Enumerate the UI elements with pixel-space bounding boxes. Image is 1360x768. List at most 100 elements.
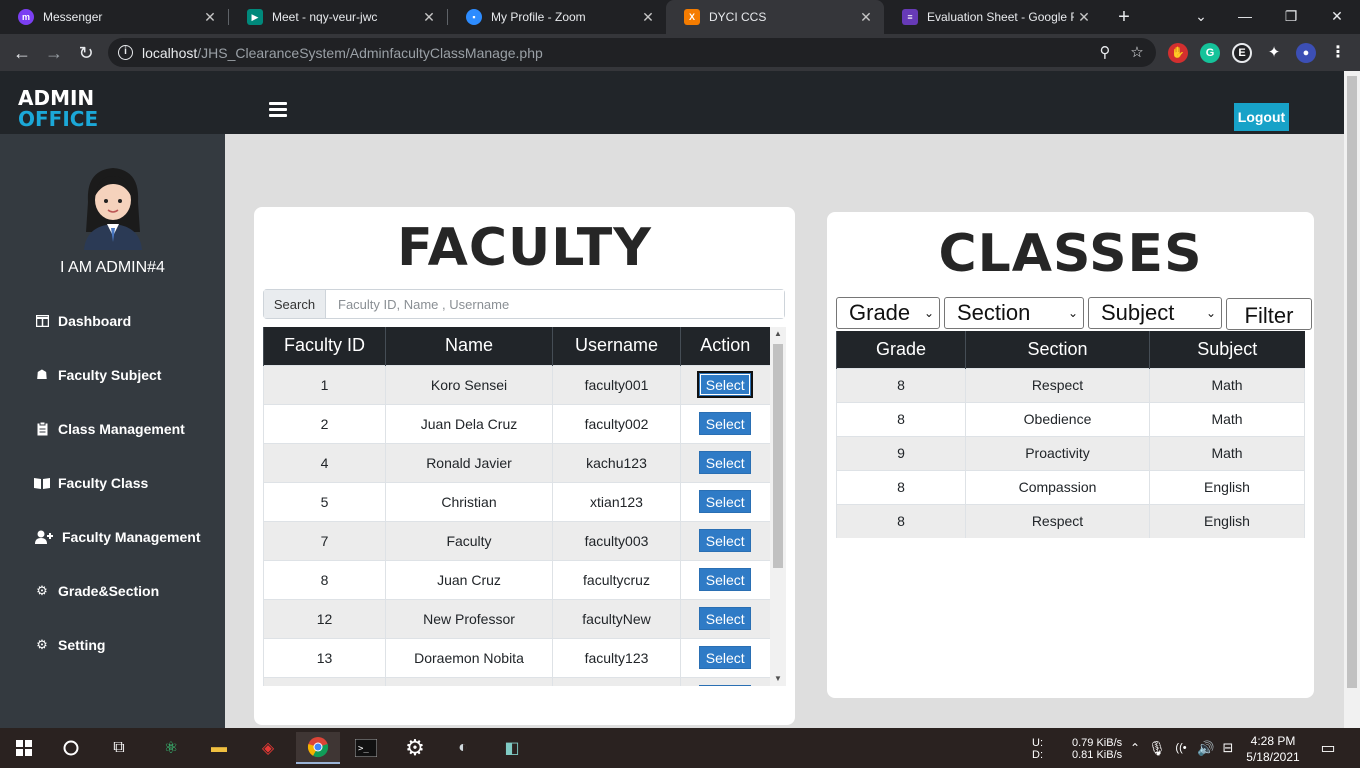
faculty-name-cell: Christian (385, 481, 553, 521)
scroll-up-icon[interactable]: ▲ (770, 327, 786, 341)
chevron-down-icon: ⌄ (923, 306, 934, 320)
extension-hand-icon[interactable]: ✋ (1168, 43, 1188, 63)
svg-text:>_: >_ (358, 744, 369, 754)
info-icon[interactable]: i (118, 45, 133, 60)
bookmark-star-icon[interactable]: ☆ (1127, 43, 1147, 63)
chrome-menu-icon[interactable]: ⋮ (1328, 43, 1348, 63)
sidebar-item-setting[interactable]: ⚙ Setting (34, 634, 105, 656)
grade-select[interactable]: Grade ⌄ (836, 297, 940, 329)
messenger-icon: m (18, 9, 34, 25)
chevron-up-icon[interactable]: ⌃ (1126, 732, 1144, 764)
grammarly-icon[interactable]: G (1200, 43, 1220, 63)
sidebar-item-faculty-subject[interactable]: ☗ Faculty Subject (34, 364, 161, 386)
scroll-down-icon[interactable]: ▼ (770, 672, 786, 686)
column-header[interactable]: Action (680, 327, 770, 365)
windows-taskbar: ⧉ ⚛ ▬ ◈ >_ ⚙ ◐ ◧ U: D: 0.79 KiB/s 0.81 K… (0, 728, 1360, 768)
tab-zoom[interactable]: ▪ My Profile - Zoom ✕ (448, 0, 666, 34)
sidebar-item-class-management[interactable]: Class Management (34, 418, 185, 440)
column-header[interactable]: Faculty ID (263, 327, 386, 365)
select-button[interactable]: Select (699, 412, 752, 435)
garena-icon[interactable]: ◈ (252, 732, 284, 764)
tab-dyci-ccs[interactable]: X DYCI CCS ✕ (666, 0, 884, 34)
table-row[interactable]: 8 Compassion English (836, 469, 1305, 504)
faculty-id-cell: 4 (263, 442, 386, 482)
scrollbar-thumb[interactable] (1347, 76, 1357, 688)
zoom-magnifier-icon[interactable]: ⚲ (1095, 43, 1115, 63)
app-icon[interactable]: ◐ (447, 732, 479, 764)
tab-evaluation-sheet[interactable]: ≡ Evaluation Sheet - Google Fo ✕ (884, 0, 1102, 34)
close-icon[interactable]: ✕ (1074, 9, 1094, 26)
select-button[interactable]: Select (699, 451, 752, 474)
brand-logo[interactable]: ADMIN OFFICE (18, 88, 98, 130)
window-close-icon[interactable]: ✕ (1314, 0, 1360, 34)
sidebar-item-dashboard[interactable]: Dashboard (34, 310, 131, 332)
windows-start-icon[interactable] (8, 732, 40, 764)
search-icon[interactable] (55, 732, 87, 764)
select-button[interactable]: Select (699, 568, 752, 591)
select-button[interactable]: Select (699, 646, 752, 669)
language-icon[interactable]: ⊟ (1218, 732, 1238, 764)
select-button[interactable]: Select (699, 529, 752, 552)
tab-meet[interactable]: ▶ Meet - nqy-veur-jwc ✕ (229, 0, 447, 34)
faculty-name-cell: New Professor (385, 598, 553, 638)
close-icon[interactable]: ✕ (200, 9, 220, 26)
admin-avatar (84, 168, 142, 250)
minimize-icon[interactable]: — (1222, 0, 1268, 34)
forward-icon[interactable]: → (41, 40, 67, 66)
logout-button[interactable]: Logout (1234, 103, 1289, 131)
new-tab-button[interactable]: + (1112, 5, 1136, 29)
profile-avatar[interactable]: ● (1296, 43, 1316, 63)
subject-select[interactable]: Subject ⌄ (1088, 297, 1222, 329)
address-bar[interactable]: i localhost/JHS_ClearanceSystem/Adminfac… (108, 38, 1156, 67)
column-header[interactable]: Username (552, 327, 681, 365)
extensions-puzzle-icon[interactable]: ✦ (1264, 43, 1284, 63)
microphone-icon[interactable]: 🎙 (1148, 732, 1166, 764)
sidebar-item-faculty-management[interactable]: Faculty Management (34, 526, 200, 548)
wifi-icon[interactable]: ((• (1170, 732, 1192, 764)
table-row[interactable]: 8 Obedience Math (836, 401, 1305, 436)
notification-icon[interactable]: ▭ (1312, 732, 1344, 764)
reload-icon[interactable]: ↻ (73, 40, 99, 66)
menu-toggle-icon[interactable] (269, 102, 287, 118)
url-text[interactable]: localhost/JHS_ClearanceSystem/Adminfacul… (142, 45, 543, 61)
task-view-icon[interactable]: ⧉ (103, 732, 135, 764)
column-header[interactable]: Grade (836, 331, 966, 368)
extension-e-icon[interactable]: E (1232, 43, 1252, 63)
page-scrollbar[interactable] (1344, 71, 1360, 728)
tab-messenger[interactable]: m Messenger ✕ (0, 0, 228, 34)
back-icon[interactable]: ← (9, 40, 35, 66)
section-select[interactable]: Section ⌄ (944, 297, 1084, 329)
taskbar-clock[interactable]: 4:28 PM 5/18/2021 (1238, 733, 1308, 765)
select-button[interactable]: Select (699, 684, 752, 686)
close-icon[interactable]: ✕ (856, 9, 876, 26)
column-header[interactable]: Section (965, 331, 1150, 368)
table-row[interactable]: 9 Proactivity Math (836, 435, 1305, 470)
faculty-table-scrollbar[interactable]: ▲ ▼ (770, 327, 786, 686)
faculty-search-input[interactable] (326, 290, 784, 318)
table-row[interactable]: 8 Respect Math (836, 367, 1305, 402)
terminal-icon[interactable]: >_ (350, 732, 382, 764)
filter-button[interactable]: Filter (1226, 298, 1312, 330)
restore-icon[interactable]: ❐ (1268, 0, 1314, 34)
chrome-taskbar-icon[interactable] (296, 732, 340, 764)
file-explorer-icon[interactable]: ▬ (203, 732, 235, 764)
settings-icon[interactable]: ⚙ (399, 732, 431, 764)
table-row[interactable]: 8 Respect English (836, 503, 1305, 538)
select-button[interactable]: Select (699, 490, 752, 513)
close-icon[interactable]: ✕ (419, 9, 439, 26)
close-icon[interactable]: ✕ (638, 9, 658, 26)
select-button[interactable]: Select (697, 371, 754, 398)
faculty-username-cell: facultyNew (552, 598, 681, 638)
atom-icon[interactable]: ⚛ (155, 732, 187, 764)
volume-icon[interactable]: 🔊 (1196, 732, 1216, 764)
scrollbar-thumb[interactable] (773, 344, 783, 568)
sidebar-item-faculty-class[interactable]: Faculty Class (34, 472, 148, 494)
column-header[interactable]: Name (385, 327, 553, 365)
select-button[interactable]: Select (699, 607, 752, 630)
faculty-table-container[interactable]: Faculty ID Name Username Action 1 Koro Se… (263, 327, 785, 686)
tab-search-icon[interactable]: ⌄ (1178, 0, 1224, 34)
app-icon[interactable]: ◧ (496, 732, 528, 764)
sidebar-item-grade-section[interactable]: ⚙ Grade&Section (34, 580, 159, 602)
column-header[interactable]: Subject (1149, 331, 1305, 368)
action-cell: Select (680, 364, 770, 404)
